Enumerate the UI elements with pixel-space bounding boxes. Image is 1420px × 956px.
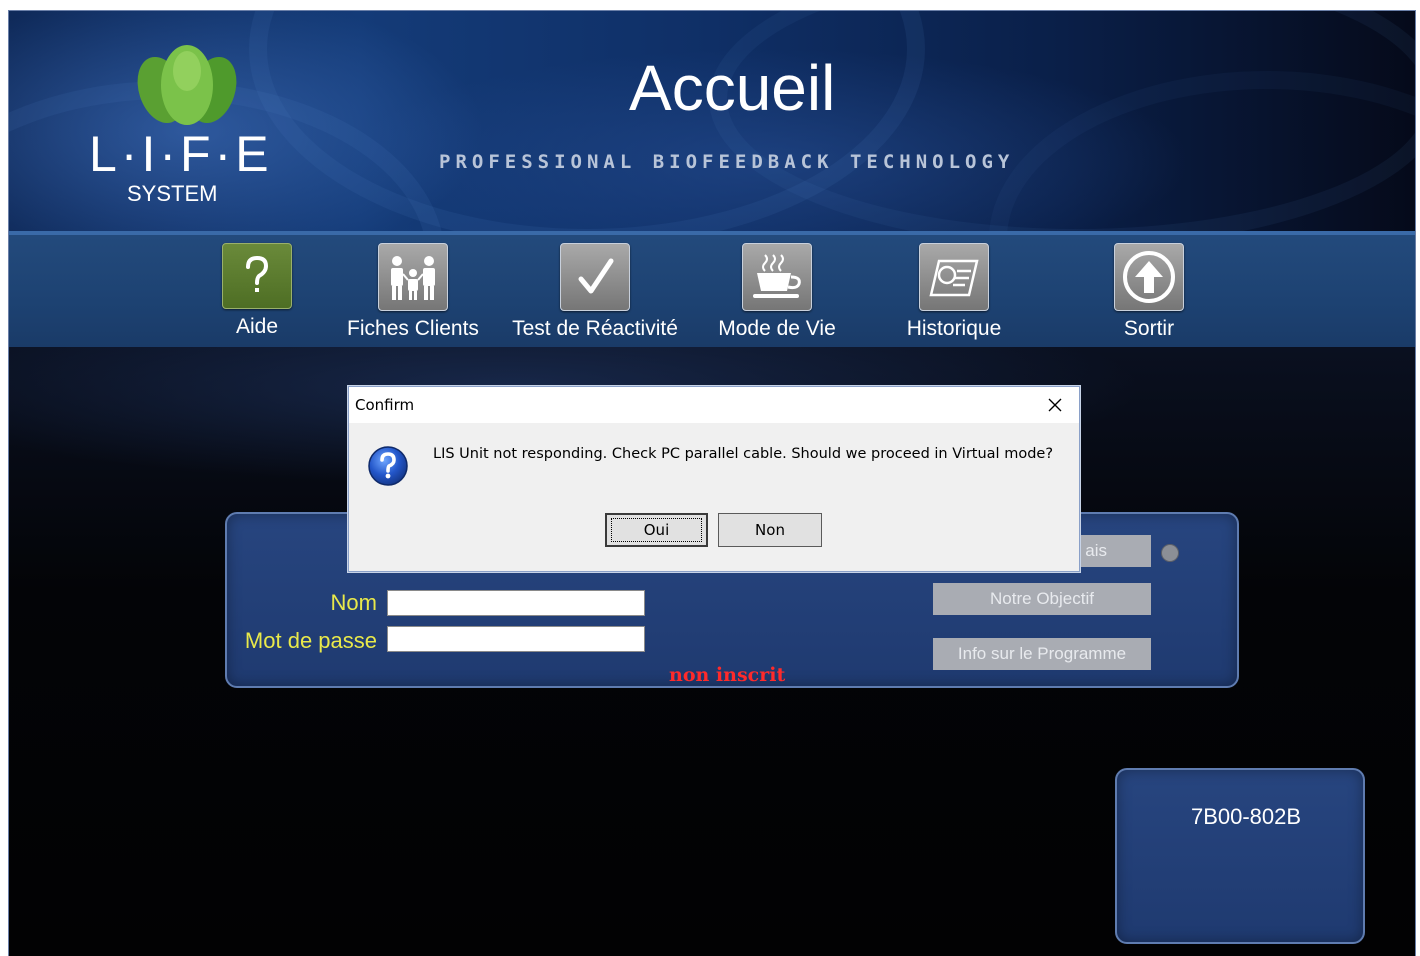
registration-status: non inscrit <box>669 664 786 686</box>
dialog-titlebar: Confirm <box>349 387 1079 423</box>
family-people-icon <box>378 243 448 311</box>
checkmark-icon <box>560 243 630 311</box>
toolbar-sortir-label: Sortir <box>1123 317 1175 340</box>
name-input[interactable] <box>387 590 645 616</box>
toolbar-aide-label: Aide <box>235 315 279 338</box>
serial-panel: 7B00-802B <box>1115 768 1365 944</box>
focus-ring <box>611 518 702 542</box>
toolbar-mode-de-vie-button[interactable]: Mode de Vie <box>709 243 845 341</box>
password-input[interactable] <box>387 626 645 652</box>
history-document-icon <box>919 243 989 311</box>
main-toolbar: Aide Fiches Clients Test de Réactivité M… <box>9 235 1415 348</box>
toolbar-fiches-clients-label: Fiches Clients <box>347 317 479 340</box>
toolbar-test-reactivite-label: Test de Réactivité <box>512 317 678 340</box>
coffee-cup-icon <box>742 243 812 311</box>
dialog-title: Confirm <box>355 396 415 414</box>
confirm-dialog: Confirm LIS Unit not responding. Check P… <box>348 386 1080 572</box>
dialog-message: LIS Unit not responding. Check PC parall… <box>433 446 1054 462</box>
app-window: L·I·F·E SYSTEM Accueil PROFESSIONAL BIOF… <box>8 10 1416 956</box>
toolbar-test-reactivite-button[interactable]: Test de Réactivité <box>505 243 685 341</box>
logo-system-text: SYSTEM <box>127 181 218 206</box>
non-button[interactable]: Non <box>718 513 822 547</box>
question-icon <box>367 445 409 487</box>
info-programme-button[interactable]: Info sur le Programme <box>933 638 1151 670</box>
close-icon[interactable] <box>1041 391 1069 419</box>
password-label: Mot de passe <box>244 628 377 653</box>
life-system-logo: L·I·F·E SYSTEM <box>87 35 287 205</box>
help-question-icon <box>222 243 292 309</box>
toolbar-sortir-button[interactable]: Sortir <box>1089 243 1209 341</box>
toolbar-mode-de-vie-label: Mode de Vie <box>718 317 836 340</box>
non-button-label: Non <box>755 521 785 539</box>
name-label: Nom <box>330 590 377 615</box>
oui-button[interactable]: Oui <box>605 513 708 547</box>
logo-life-text: L·I·F·E <box>89 126 273 182</box>
toolbar-historique-button[interactable]: Historique <box>889 243 1019 341</box>
notre-objectif-button[interactable]: Notre Objectif <box>933 583 1151 615</box>
toolbar-aide-button[interactable]: Aide <box>197 243 317 339</box>
toolbar-historique-label: Historique <box>906 317 1002 340</box>
page-title: Accueil <box>629 52 836 124</box>
toolbar-fiches-clients-button[interactable]: Fiches Clients <box>343 243 483 341</box>
exit-arrow-up-icon <box>1114 243 1184 311</box>
serial-code: 7B00-802B <box>1190 804 1302 829</box>
status-indicator-dot <box>1161 544 1179 562</box>
tagline: PROFESSIONAL BIOFEEDBACK TECHNOLOGY <box>439 151 1015 173</box>
header-banner: L·I·F·E SYSTEM Accueil PROFESSIONAL BIOF… <box>9 11 1415 233</box>
